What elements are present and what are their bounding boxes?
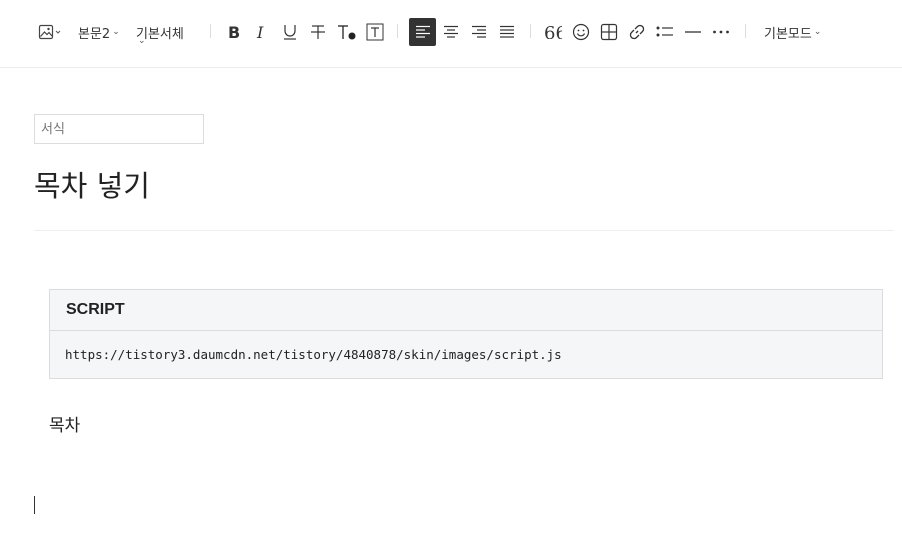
bullet-list-icon [656, 25, 674, 39]
editor-mode-select[interactable]: 기본모드 ⌄ [764, 18, 821, 46]
bold-button[interactable]: B [224, 18, 244, 46]
quote-icon: 66 [544, 25, 562, 39]
text-cursor [34, 496, 35, 514]
paragraph-style-select[interactable]: 본문2 ⌄ [78, 18, 120, 46]
bullet-list-button[interactable] [655, 18, 675, 46]
align-center-button[interactable] [441, 18, 461, 46]
align-left-button[interactable] [409, 18, 436, 46]
more-horizontal-icon [712, 30, 730, 34]
svg-text:I: I [256, 24, 264, 40]
editor-mode-label: 기본모드 [764, 26, 812, 42]
text-background-button[interactable] [365, 18, 385, 46]
paragraph-style-label: 본문2 [78, 26, 111, 42]
more-options-button[interactable] [711, 18, 731, 46]
chevron-down-icon: ⌄ [112, 27, 120, 37]
align-right-button[interactable] [469, 18, 489, 46]
strikethrough-icon [310, 24, 326, 40]
align-justify-icon [499, 25, 515, 39]
code-block-content: https://tistory3.daumcdn.net/tistory/484… [65, 347, 562, 362]
bold-icon: B [227, 24, 241, 40]
svg-text:66: 66 [544, 25, 562, 39]
horizontal-rule-button[interactable] [683, 18, 703, 46]
strikethrough-button[interactable] [308, 18, 328, 46]
body-paragraph[interactable]: 목차 [49, 411, 80, 436]
underline-button[interactable] [280, 18, 300, 46]
category-input[interactable] [34, 114, 204, 144]
link-icon [628, 23, 646, 41]
toolbar-divider [745, 24, 746, 38]
chevron-down-icon: ⌄ [138, 36, 146, 46]
editor-toolbar: 본문2 ⌄ 기본서체 ⌄ B I 66 기본모드 ⌄ [0, 0, 902, 68]
toolbar-divider [210, 24, 211, 38]
code-block-header: SCRIPT [50, 290, 882, 331]
italic-icon: I [255, 24, 269, 40]
italic-button[interactable]: I [252, 18, 272, 46]
table-icon [600, 23, 618, 41]
svg-text:B: B [228, 24, 240, 40]
emoticon-button[interactable] [571, 18, 591, 46]
title-divider [34, 230, 894, 231]
code-block[interactable]: SCRIPT https://tistory3.daumcdn.net/tist… [49, 289, 883, 379]
toolbar-divider [530, 24, 531, 38]
link-button[interactable] [627, 18, 647, 46]
image-icon [38, 24, 62, 40]
post-title[interactable]: 목차 넣기 [34, 163, 150, 205]
underline-icon [282, 23, 298, 41]
horizontal-line-icon [684, 30, 702, 34]
align-left-icon [415, 25, 431, 39]
text-background-icon [366, 23, 384, 41]
chevron-down-icon: ⌄ [813, 27, 822, 37]
table-button[interactable] [599, 18, 619, 46]
quote-button[interactable]: 66 [543, 18, 563, 46]
align-center-icon [443, 25, 459, 39]
align-right-icon [471, 25, 487, 39]
text-color-icon [337, 24, 357, 40]
insert-image-button[interactable] [36, 18, 64, 46]
align-justify-button[interactable] [497, 18, 517, 46]
toolbar-divider [397, 24, 398, 38]
smiley-icon [572, 23, 590, 41]
text-color-button[interactable] [336, 18, 358, 46]
